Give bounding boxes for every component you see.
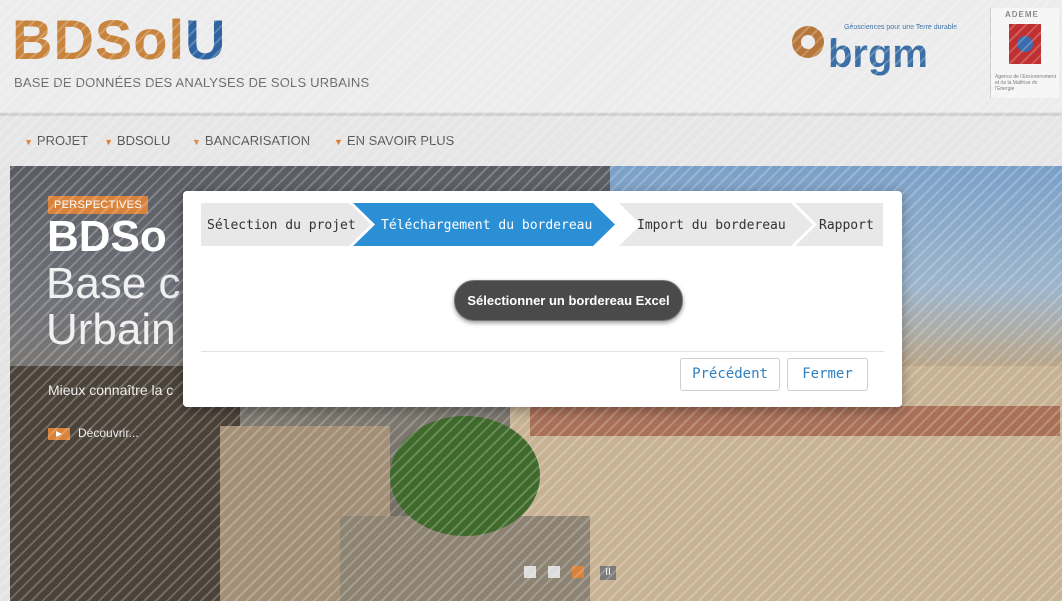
brgm-tagline: Géosciences pour une Terre durable (844, 24, 958, 31)
nav-item-en-savoir-plus[interactable]: ▼ EN SAVOIR PLUS (334, 133, 454, 148)
nav-item-projet[interactable]: ▼ PROJET (24, 133, 88, 148)
hero-description: Mieux connaître la c (48, 382, 174, 398)
hero-subtitle-line2: Urbain (46, 305, 176, 354)
ademe-emblem-icon (1009, 24, 1041, 64)
ademe-logo[interactable]: ADEME Agence de l'Environnement et de la… (990, 8, 1059, 98)
dialog-divider (201, 351, 884, 352)
nav-item-bdsolu[interactable]: ▼ BDSOLU (104, 133, 170, 148)
site-logo[interactable]: BDSolU (12, 10, 226, 70)
nav-item-label: BDSOLU (116, 133, 171, 148)
ademe-subtitle: Agence de l'Environnement et de la Maîtr… (995, 74, 1056, 92)
select-excel-file-button[interactable]: Sélectionner un bordereau Excel (454, 280, 683, 321)
logo-text-part2: U (185, 8, 227, 71)
hero-roofs (530, 406, 1060, 436)
logo-text-part1: BDSol (12, 8, 185, 71)
wizard-steps: Sélection du projet Téléchargement du bo… (201, 203, 883, 246)
nav-item-bancarisation[interactable]: ▼ BANCARISATION (192, 133, 310, 148)
close-button[interactable]: Fermer (787, 358, 868, 391)
slide-dot[interactable] (548, 566, 560, 578)
caret-down-icon: ▼ (192, 137, 201, 147)
import-wizard-dialog: Sélection du projet Téléchargement du bo… (183, 191, 902, 407)
brgm-wordmark: brgm (828, 32, 928, 76)
step-4-label: Rapport (819, 218, 874, 233)
discover-link[interactable]: Découvrir... (48, 426, 139, 440)
nav-item-label: BANCARISATION (204, 133, 311, 148)
nav-item-label: PROJET (36, 133, 89, 148)
brgm-logo[interactable]: Géosciences pour une Terre durable brgm (792, 20, 972, 80)
step-2-label: Téléchargement du bordereau (381, 218, 592, 233)
nav-item-label: EN SAVOIR PLUS (346, 133, 455, 148)
caret-down-icon: ▼ (24, 137, 33, 147)
slide-dot-active[interactable] (572, 566, 584, 578)
page: BDSolU BASE DE DONNÉES DES ANALYSES DE S… (0, 0, 1062, 601)
play-arrow-icon (48, 427, 70, 440)
site-header: BDSolU BASE DE DONNÉES DES ANALYSES DE S… (0, 0, 1062, 112)
step-3-label: Import du bordereau (637, 218, 786, 233)
ademe-title: ADEME (1005, 10, 1039, 19)
hero-trees (390, 416, 540, 536)
caret-down-icon: ▼ (334, 137, 343, 147)
step-1-label: Sélection du projet (207, 218, 356, 233)
pause-icon[interactable]: II (600, 566, 616, 580)
brgm-emblem-icon (792, 26, 824, 58)
discover-label: Découvrir... (78, 426, 139, 440)
slide-dot[interactable] (524, 566, 536, 578)
site-subtitle: BASE DE DONNÉES DES ANALYSES DE SOLS URB… (14, 75, 370, 90)
caret-down-icon: ▼ (104, 137, 113, 147)
main-nav: ▼ PROJET ▼ BDSOLU ▼ BANCARISATION ▼ EN SAVOI… (0, 116, 1062, 166)
hero-title: BDSo (47, 212, 167, 261)
previous-button[interactable]: Précédent (680, 358, 780, 391)
hero-subtitle-line1: Base c (46, 259, 181, 308)
